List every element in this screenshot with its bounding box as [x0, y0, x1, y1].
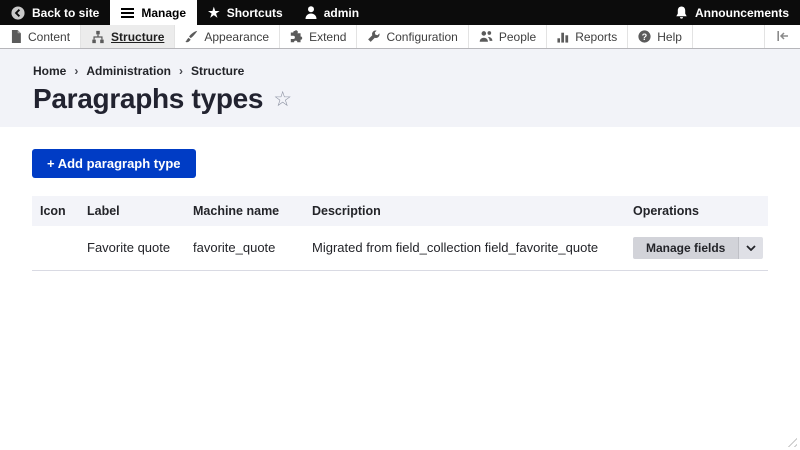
- shortcut-star-icon[interactable]: ☆: [273, 89, 292, 110]
- menu-item-label: Appearance: [204, 30, 269, 44]
- main-content: + Add paragraph type Icon Label Machine …: [0, 127, 800, 271]
- bell-icon: [675, 6, 688, 20]
- menu-item-configuration[interactable]: Configuration: [357, 25, 468, 48]
- menu-item-appearance[interactable]: Appearance: [175, 25, 280, 48]
- cell-label: Favorite quote: [79, 226, 185, 271]
- question-circle-icon: ?: [638, 30, 651, 43]
- page-title: Paragraphs types: [33, 84, 263, 115]
- star-icon: ★: [208, 6, 220, 19]
- cell-icon: [32, 226, 79, 271]
- menu-item-content[interactable]: Content: [0, 25, 81, 48]
- toolbar-orientation-toggle[interactable]: [764, 25, 800, 48]
- person-icon: [305, 6, 317, 19]
- breadcrumb-separator: ›: [74, 64, 78, 78]
- sitemap-icon: [91, 30, 105, 44]
- topbar-spacer: [370, 0, 664, 25]
- breadcrumb-separator: ›: [179, 64, 183, 78]
- shortcuts-label: Shortcuts: [227, 6, 283, 20]
- window-resize-grip[interactable]: [784, 434, 797, 447]
- menu-item-people[interactable]: People: [469, 25, 547, 48]
- document-icon: [10, 30, 22, 43]
- breadcrumb-structure-link[interactable]: Structure: [191, 64, 244, 78]
- add-paragraph-type-button[interactable]: + Add paragraph type: [32, 149, 196, 178]
- page-header: Home › Administration › Structure Paragr…: [0, 49, 800, 127]
- manage-tab[interactable]: Manage: [110, 0, 197, 25]
- hamburger-icon: [121, 8, 134, 18]
- menu-item-label: People: [499, 30, 536, 44]
- paragraph-types-table: Icon Label Machine name Description Oper…: [32, 196, 768, 271]
- wrench-icon: [367, 30, 380, 43]
- column-header-icon: Icon: [32, 196, 79, 226]
- admin-toolbar: Back to site Manage ★ Shortcuts admin An…: [0, 0, 800, 25]
- menu-item-label: Content: [28, 30, 70, 44]
- cell-machine-name: favorite_quote: [185, 226, 304, 271]
- admin-menu-bar: Content Structure Appearance Extend Conf…: [0, 25, 800, 49]
- menu-item-structure[interactable]: Structure: [81, 25, 175, 48]
- menu-item-extend[interactable]: Extend: [280, 25, 357, 48]
- chevron-down-icon: [746, 245, 756, 251]
- column-header-description: Description: [304, 196, 625, 226]
- puzzle-icon: [290, 30, 303, 43]
- menu-item-label: Configuration: [386, 30, 457, 44]
- collapse-left-icon: [777, 30, 789, 44]
- shortcuts-tab[interactable]: ★ Shortcuts: [197, 0, 294, 25]
- cell-operations: Manage fields: [625, 226, 768, 271]
- operations-dropdown-toggle[interactable]: [738, 237, 763, 259]
- paintbrush-icon: [185, 30, 198, 43]
- menu-item-label: Reports: [575, 30, 617, 44]
- two-people-icon: [479, 30, 493, 43]
- announcements-label: Announcements: [695, 6, 789, 20]
- menu-item-label: Structure: [111, 30, 164, 44]
- back-to-site-label: Back to site: [32, 6, 99, 20]
- table-row: Favorite quote favorite_quote Migrated f…: [32, 226, 768, 271]
- column-header-label: Label: [79, 196, 185, 226]
- svg-text:?: ?: [642, 32, 647, 42]
- bar-chart-icon: [557, 31, 569, 43]
- menu-item-label: Help: [657, 30, 682, 44]
- manage-fields-button[interactable]: Manage fields: [633, 237, 738, 259]
- operations-dropbutton: Manage fields: [633, 237, 763, 259]
- announcements-button[interactable]: Announcements: [664, 0, 800, 25]
- table-header-row: Icon Label Machine name Description Oper…: [32, 196, 768, 226]
- menu-item-reports[interactable]: Reports: [547, 25, 628, 48]
- chevron-left-circle-icon: [11, 6, 25, 20]
- back-to-site-link[interactable]: Back to site: [0, 0, 110, 25]
- column-header-machine-name: Machine name: [185, 196, 304, 226]
- breadcrumb-home-link[interactable]: Home: [33, 64, 66, 78]
- cell-description: Migrated from field_collection field_fav…: [304, 226, 625, 271]
- menu-item-label: Extend: [309, 30, 346, 44]
- column-header-operations: Operations: [625, 196, 768, 226]
- breadcrumb-administration-link[interactable]: Administration: [86, 64, 171, 78]
- menu-item-help[interactable]: ? Help: [628, 25, 693, 48]
- user-label: admin: [324, 6, 359, 20]
- user-menu[interactable]: admin: [294, 0, 370, 25]
- manage-label: Manage: [141, 6, 186, 20]
- breadcrumb: Home › Administration › Structure: [33, 64, 768, 78]
